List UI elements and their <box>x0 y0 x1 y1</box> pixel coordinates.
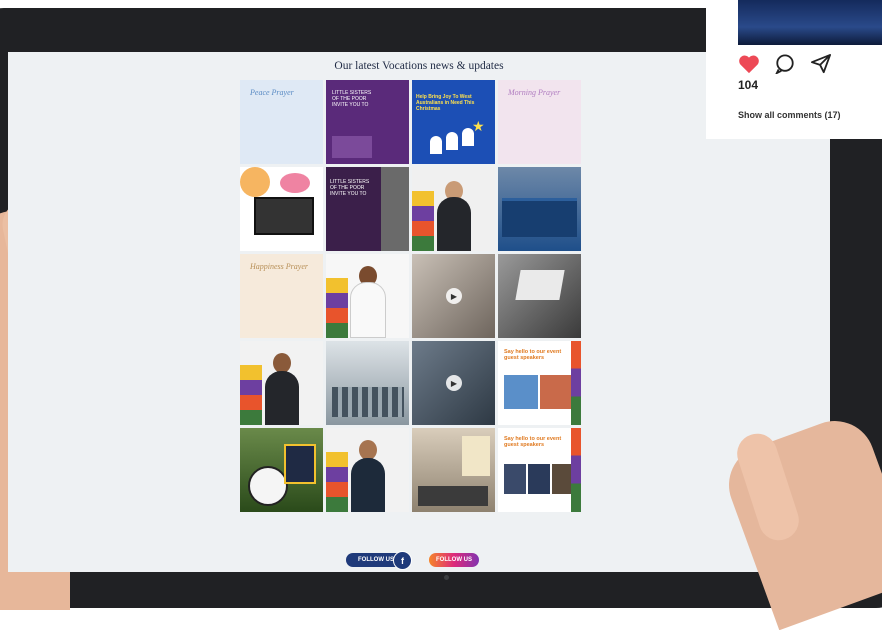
tile-guest-speakers-2[interactable]: Say hello to our event guest speakers <box>498 428 581 512</box>
tile-priest-portrait[interactable] <box>412 167 495 251</box>
color-stripes <box>240 365 262 425</box>
post-card: 104 Show all comments (17) <box>706 0 882 139</box>
tile-caption: LITTLE SISTERS OF THE POOR INVITE YOU TO <box>332 90 372 108</box>
laptop-icon <box>254 197 314 235</box>
heart-icon[interactable] <box>738 54 760 74</box>
tile-christmas[interactable]: Help Bring Joy To West Australians in Ne… <box>412 80 495 164</box>
tile-caption: Say hello to our event guest speakers <box>504 436 562 448</box>
tablet-camera <box>444 575 449 580</box>
tile-video-event[interactable]: ▶ <box>412 341 495 425</box>
show-comments-link[interactable]: Show all comments (17) <box>738 110 841 120</box>
tile-little-sisters-1[interactable]: LITTLE SISTERS OF THE POOR INVITE YOU TO <box>326 80 409 164</box>
instagram-follow-label: FOLLOW US <box>436 557 472 563</box>
person-body <box>349 282 386 338</box>
person-body <box>436 197 471 251</box>
speaker-photo <box>528 464 550 494</box>
crowd-image <box>332 387 404 417</box>
color-stripes <box>326 278 348 338</box>
stall-table <box>418 486 488 506</box>
tile-laptop[interactable] <box>498 254 581 338</box>
tile-caption: Say hello to our event guest speakers <box>504 349 562 361</box>
instagram-follow-button[interactable]: FOLLOW US <box>429 553 479 567</box>
books-image <box>502 198 577 237</box>
speaker-photo <box>504 375 538 409</box>
tile-ordination-photo[interactable]: ▶ <box>412 254 495 338</box>
soccer-ball-icon <box>248 466 288 506</box>
comment-icon[interactable] <box>774 54 796 74</box>
laptop-screen <box>515 270 565 300</box>
tile-caption: Morning Prayer <box>508 88 561 97</box>
color-stripes <box>571 428 581 512</box>
tile-caption: Peace Prayer <box>250 88 294 97</box>
tile-man-white[interactable] <box>326 254 409 338</box>
post-image[interactable] <box>738 0 882 45</box>
star-icon: ★ <box>472 118 485 134</box>
angel-illustration <box>430 124 476 154</box>
color-stripes <box>571 341 581 425</box>
tile-little-sisters-2[interactable]: LITTLE SISTERS OF THE POOR INVITE YOU TO <box>326 167 409 251</box>
facebook-follow-button[interactable]: FOLLOW US f <box>346 551 412 570</box>
person-body <box>264 371 299 425</box>
facebook-icon: f <box>393 551 412 570</box>
color-stripes <box>412 191 434 251</box>
photo-strip <box>381 167 409 251</box>
color-stripes <box>326 452 348 512</box>
tile-happiness-prayer[interactable]: Happiness Prayer <box>240 254 323 338</box>
facebook-follow-label: FOLLOW US <box>358 557 394 563</box>
person-head <box>358 440 377 460</box>
tile-man-jacket[interactable] <box>326 428 409 512</box>
tile-paint-laptop[interactable] <box>240 167 323 251</box>
play-icon[interactable]: ▶ <box>446 375 462 391</box>
tile-books[interactable] <box>498 167 581 251</box>
paint-splash <box>280 173 310 193</box>
tile-caption: LITTLE SISTERS OF THE POOR INVITE YOU TO <box>330 179 370 197</box>
paint-splash <box>240 167 270 197</box>
person-head <box>272 353 291 373</box>
like-count: 104 <box>738 78 759 92</box>
post-actions <box>738 54 832 74</box>
person-body <box>350 458 385 512</box>
speaker-photo <box>540 375 574 409</box>
tile-morning-prayer[interactable]: Morning Prayer <box>498 80 581 164</box>
poster <box>284 444 316 484</box>
tile-peace-prayer[interactable]: Peace Prayer <box>240 80 323 164</box>
share-icon[interactable] <box>810 54 832 74</box>
tile-man-glasses[interactable] <box>240 341 323 425</box>
tile-caption: Happiness Prayer <box>250 262 308 271</box>
banner <box>462 436 490 476</box>
news-grid: Peace Prayer LITTLE SISTERS OF THE POOR … <box>240 80 581 512</box>
tile-caption: Help Bring Joy To West Australians in Ne… <box>416 94 475 112</box>
tile-stall[interactable] <box>412 428 495 512</box>
tile-guest-speakers-1[interactable]: Say hello to our event guest speakers <box>498 341 581 425</box>
event-image <box>332 136 372 158</box>
play-icon[interactable]: ▶ <box>446 288 462 304</box>
tile-football[interactable] <box>240 428 323 512</box>
speaker-photo <box>504 464 526 494</box>
tile-group-photo[interactable] <box>326 341 409 425</box>
